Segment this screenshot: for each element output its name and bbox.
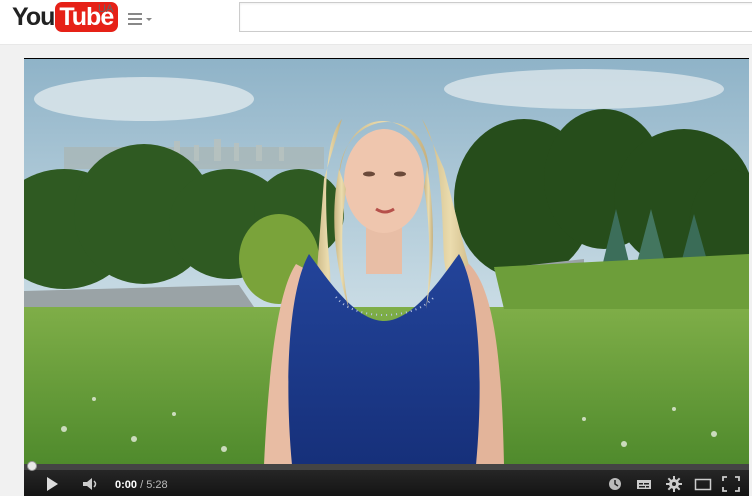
captions-button[interactable]: [636, 476, 652, 494]
masthead: You Tube UA: [0, 0, 752, 45]
theater-mode-icon: [694, 478, 712, 491]
progress-bar[interactable]: [24, 461, 749, 471]
search-input[interactable]: [239, 2, 752, 32]
video-player[interactable]: 0:00 / 5:28: [24, 58, 749, 496]
fullscreen-button[interactable]: [722, 476, 740, 494]
duration: 5:28: [146, 479, 168, 491]
fullscreen-icon: [722, 476, 740, 492]
video-frame[interactable]: [24, 59, 749, 465]
guide-menu-icon: [128, 13, 142, 28]
watch-later-icon: [609, 478, 621, 490]
time-display: 0:00 / 5:28: [115, 479, 168, 491]
time-separator: /: [140, 479, 144, 491]
logo-you: You: [12, 2, 55, 31]
gear-icon: [666, 476, 682, 492]
theater-mode-button[interactable]: [694, 476, 712, 494]
mute-button[interactable]: [82, 476, 100, 494]
video-still: [24, 59, 749, 465]
watch-later-button[interactable]: [608, 476, 622, 494]
current-time: 0:00: [115, 479, 138, 491]
player-controls: 0:00 / 5:28: [24, 461, 749, 496]
progress-scrubber[interactable]: [27, 461, 37, 471]
volume-icon: [83, 478, 97, 490]
region-code: UA: [98, 3, 114, 15]
settings-button[interactable]: [666, 476, 682, 494]
play-button[interactable]: [44, 476, 60, 494]
captions-icon: [637, 480, 651, 489]
guide-menu-button[interactable]: [128, 11, 154, 27]
play-icon: [47, 477, 58, 491]
chevron-down-icon: [146, 18, 152, 21]
